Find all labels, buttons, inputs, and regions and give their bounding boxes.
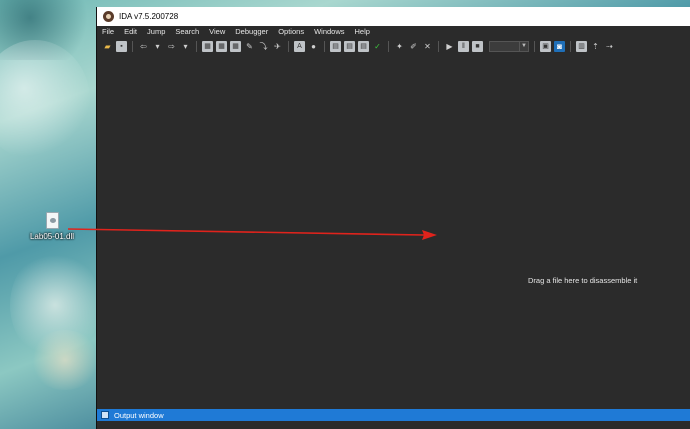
toolbar-separator [534, 41, 535, 52]
save-icon[interactable]: ▪ [116, 41, 127, 52]
binary-search-icon[interactable]: ▦ [202, 41, 213, 52]
graph-view-icon[interactable]: ▤ [330, 41, 341, 52]
ida-logo-icon [103, 11, 114, 22]
toolbar-separator [388, 41, 389, 52]
step-into-icon[interactable]: ⇡ [590, 41, 601, 52]
dll-file-icon [45, 212, 59, 229]
green-check-icon[interactable]: ✓ [372, 41, 383, 52]
output-window-label: Output window [114, 410, 164, 420]
menu-jump[interactable]: Jump [147, 26, 165, 38]
menu-view[interactable]: View [209, 26, 225, 38]
edit-breakpoint-icon[interactable]: ✐ [408, 41, 419, 52]
segments-icon[interactable]: ▥ [576, 41, 587, 52]
menu-search[interactable]: Search [175, 26, 199, 38]
pause-icon[interactable]: ‖ [458, 41, 469, 52]
step-over-icon[interactable]: ⇢ [604, 41, 615, 52]
play-icon[interactable]: ▶ [444, 41, 455, 52]
toolbar: ▰ ▪ ⇦ ▾ ⇨ ▾ ▦ ▦ ▦ ✎ ⤵ ✈ A ● ▤ ▤ ▤ ✓ ✦ ✐ … [97, 38, 690, 55]
title-bar[interactable]: IDA v7.5.200728 [97, 7, 690, 26]
functions-icon[interactable]: ▤ [358, 41, 369, 52]
wallpaper-highlight [30, 330, 100, 390]
immediate-search-icon[interactable]: ▦ [230, 41, 241, 52]
toolbar-separator [438, 41, 439, 52]
chevron-down-icon[interactable]: ▾ [180, 41, 191, 52]
output-window-tab[interactable]: Output window [97, 409, 690, 421]
desktop-file-label: Lab05-01.dll [29, 232, 75, 241]
delete-icon[interactable]: ✕ [422, 41, 433, 52]
attach-process-icon[interactable]: ◙ [554, 41, 565, 52]
output-window-icon [101, 411, 109, 419]
struct-icon[interactable]: ● [308, 41, 319, 52]
menu-help[interactable]: Help [355, 26, 370, 38]
menu-file[interactable]: File [102, 26, 114, 38]
toolbar-separator [288, 41, 289, 52]
debugger-options-icon[interactable]: ▣ [540, 41, 551, 52]
stop-icon[interactable]: ■ [472, 41, 483, 52]
toolbar-separator [196, 41, 197, 52]
cross-reference-icon[interactable]: ✎ [244, 41, 255, 52]
add-breakpoint-icon[interactable]: ✦ [394, 41, 405, 52]
toolbar-separator [324, 41, 325, 52]
menu-windows[interactable]: Windows [314, 26, 344, 38]
drag-hint-text: Drag a file here to disassemble it [528, 276, 638, 285]
window-title: IDA v7.5.200728 [119, 12, 179, 21]
jump-icon[interactable]: ⤵ [258, 41, 269, 52]
debugger-select[interactable]: ▼ [489, 41, 529, 52]
mark-position-icon[interactable]: ✈ [272, 41, 283, 52]
toolbar-separator [570, 41, 571, 52]
strings-icon[interactable]: A [294, 41, 305, 52]
menu-bar: File Edit Jump Search View Debugger Opti… [97, 26, 690, 38]
ida-window: IDA v7.5.200728 File Edit Jump Search Vi… [96, 7, 690, 429]
menu-debugger[interactable]: Debugger [235, 26, 268, 38]
status-strip [97, 421, 690, 429]
proximity-view-icon[interactable]: ▤ [344, 41, 355, 52]
chevron-down-icon[interactable]: ▾ [152, 41, 163, 52]
open-folder-icon[interactable]: ▰ [102, 41, 113, 52]
disassembly-drop-area[interactable]: Drag a file here to disassemble it [97, 55, 690, 409]
menu-edit[interactable]: Edit [124, 26, 137, 38]
menu-options[interactable]: Options [278, 26, 304, 38]
desktop-file-icon[interactable]: Lab05-01.dll [26, 212, 78, 241]
forward-arrow-icon[interactable]: ⇨ [166, 41, 177, 52]
back-arrow-icon[interactable]: ⇦ [138, 41, 149, 52]
chevron-down-icon: ▼ [519, 42, 528, 51]
toolbar-separator [132, 41, 133, 52]
text-search-icon[interactable]: ▦ [216, 41, 227, 52]
